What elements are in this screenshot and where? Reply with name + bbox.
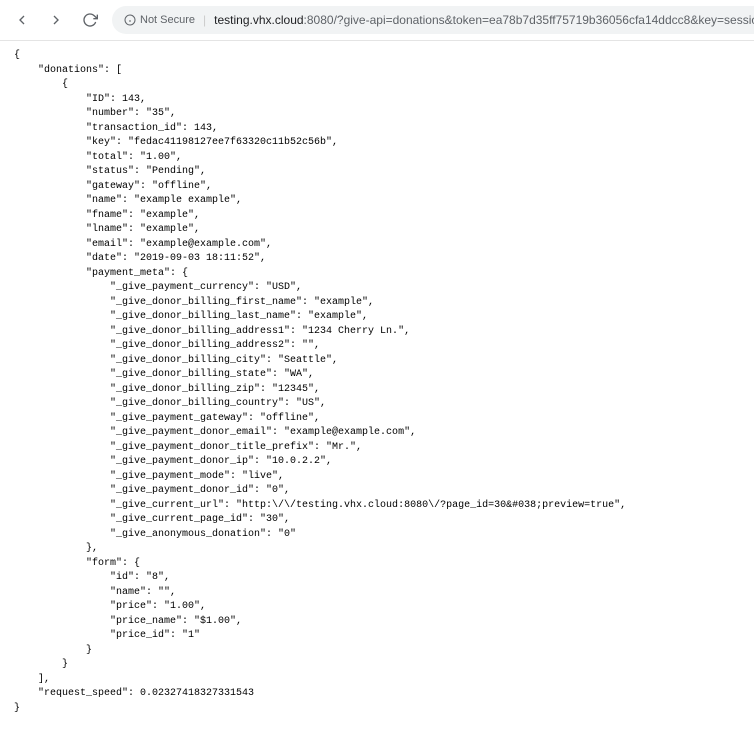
info-icon (124, 14, 136, 26)
url-host: testing.vhx.cloud (214, 13, 303, 27)
reload-button[interactable] (78, 8, 102, 32)
arrow-right-icon (48, 12, 64, 28)
security-indicator[interactable]: Not Secure (124, 14, 195, 26)
back-button[interactable] (10, 8, 34, 32)
divider: | (203, 13, 206, 27)
address-bar[interactable]: Not Secure | testing.vhx.cloud:8080/?giv… (112, 6, 754, 34)
arrow-left-icon (14, 12, 30, 28)
reload-icon (82, 12, 98, 28)
url-text: testing.vhx.cloud:8080/?give-api=donatio… (214, 13, 754, 27)
json-response-body: { "donations": [ { "ID": 143, "number": … (0, 41, 754, 732)
forward-button[interactable] (44, 8, 68, 32)
url-path: :8080/?give-api=donations&token=ea78b7d3… (304, 13, 754, 27)
security-label: Not Secure (140, 14, 195, 26)
browser-toolbar: Not Secure | testing.vhx.cloud:8080/?giv… (0, 0, 754, 41)
